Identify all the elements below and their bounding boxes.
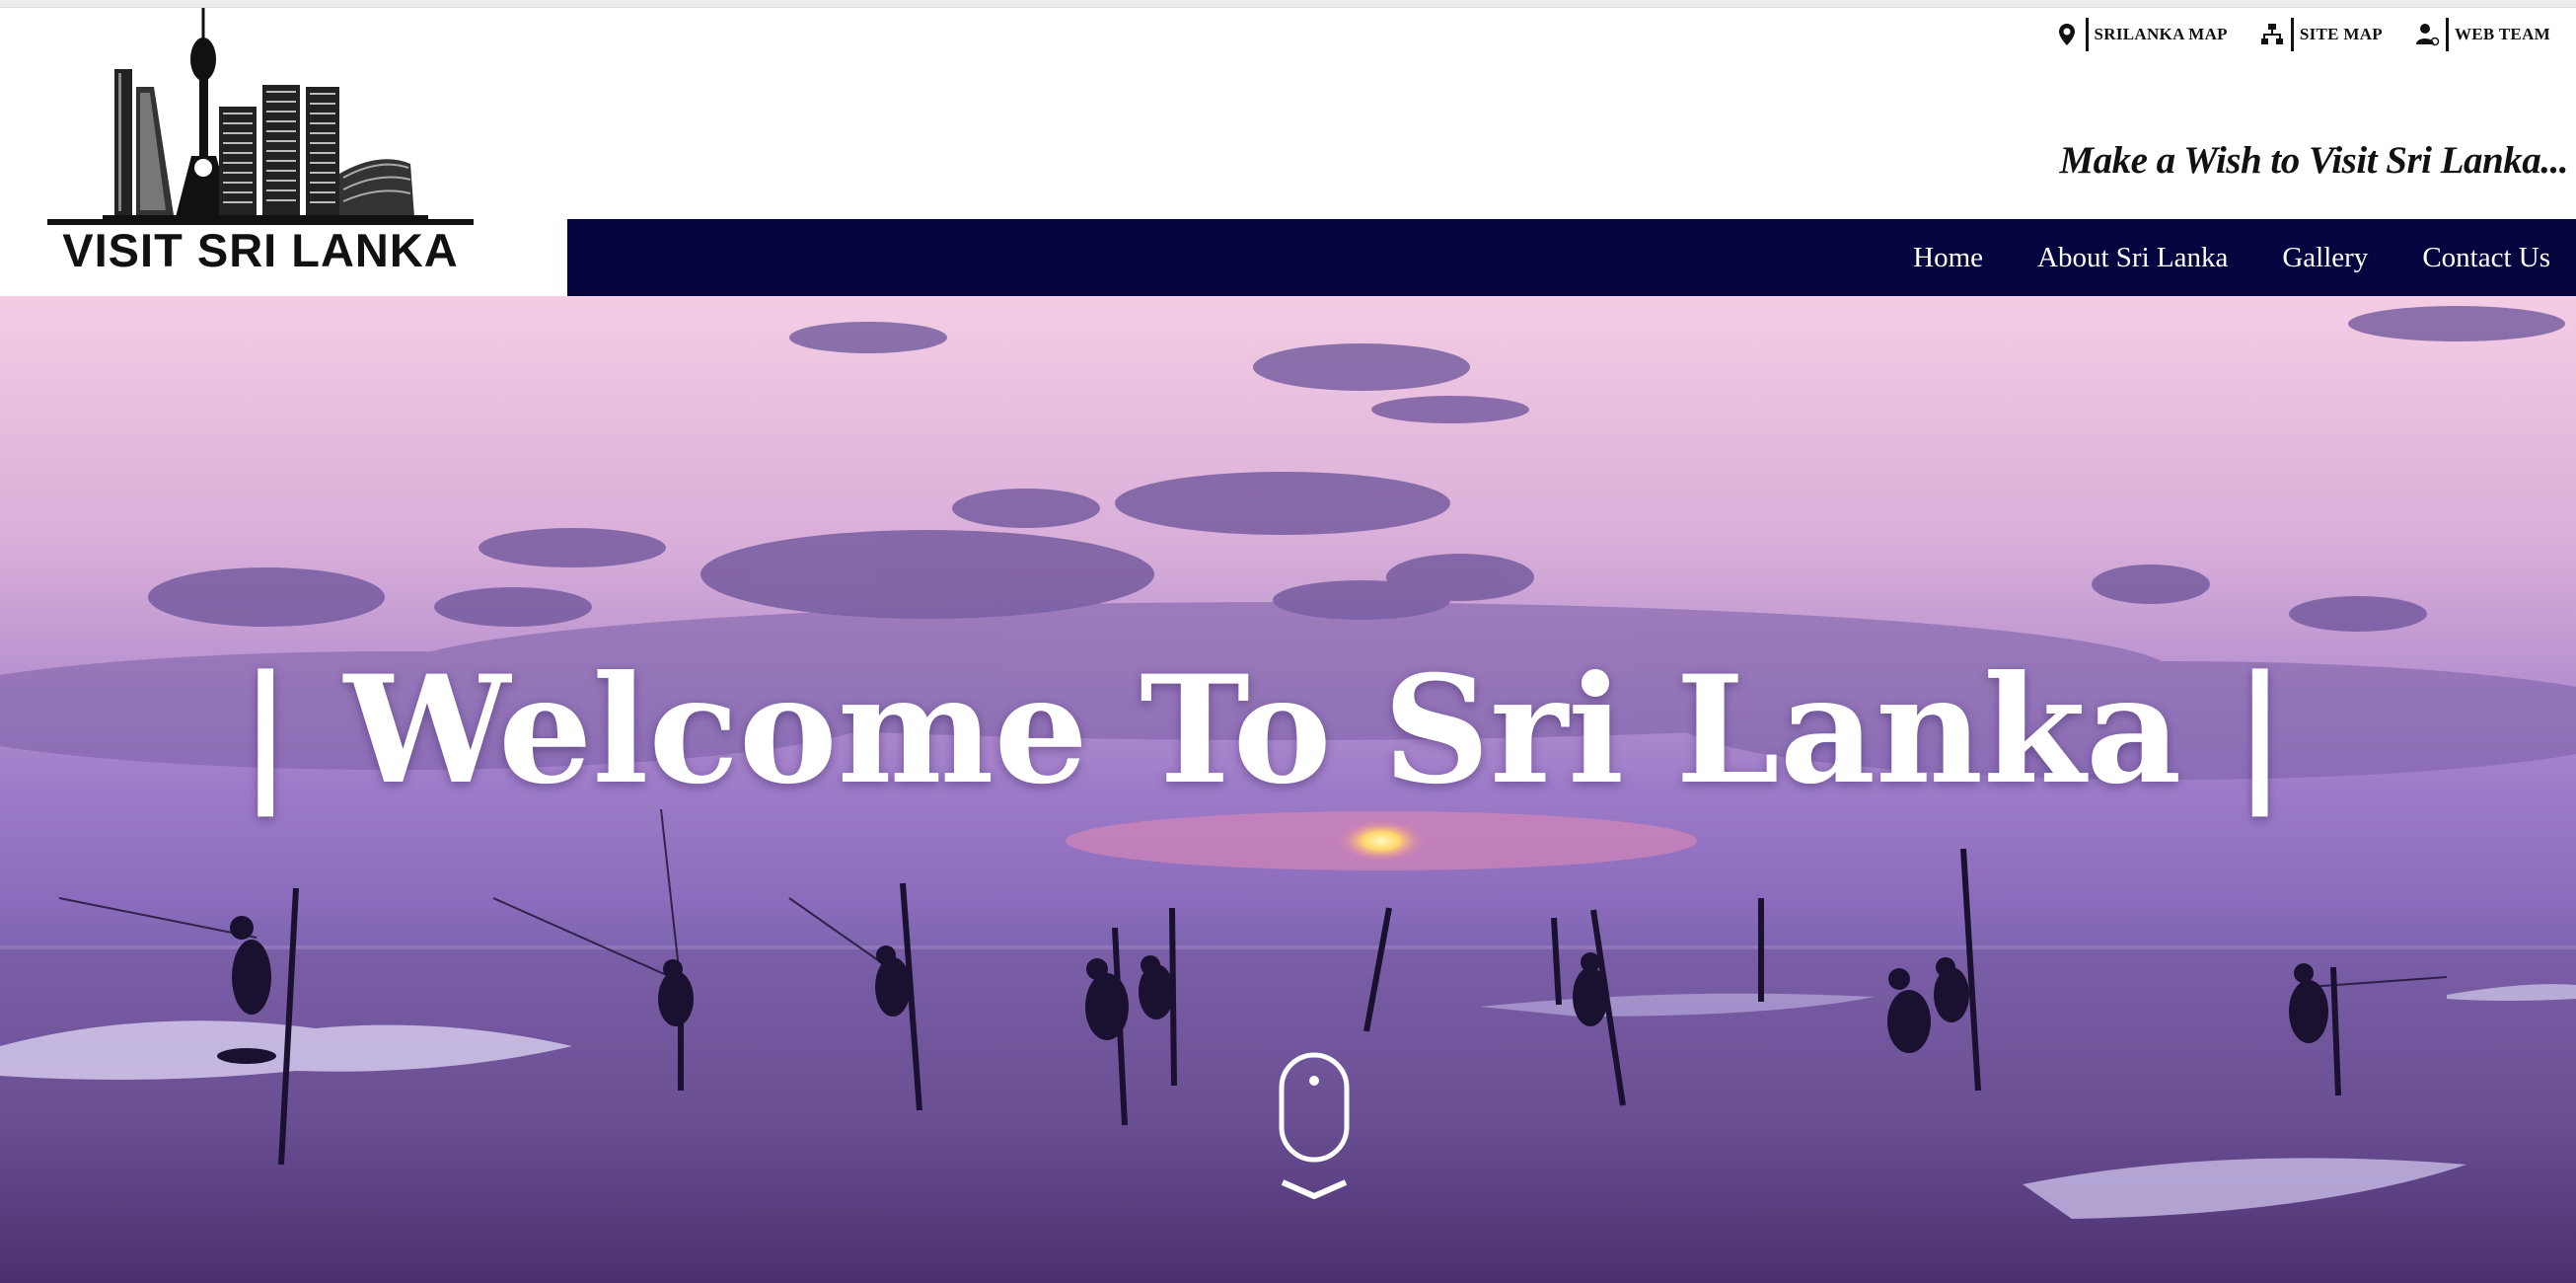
nav-gallery[interactable]: Gallery	[2282, 242, 2368, 274]
utility-links: SRILANKA MAP SITE MAP WEB TEAM	[2054, 18, 2551, 51]
hero-banner: | Welcome To Sri Lanka |	[0, 296, 2576, 1283]
srilanka-map-label: SRILANKA MAP	[2094, 25, 2228, 43]
map-pin-icon	[2054, 22, 2080, 47]
utility-separator	[2445, 18, 2449, 51]
logo-text: VISIT SRI LANKA	[62, 224, 459, 276]
main-nav: Home About Sri Lanka Gallery Contact Us	[567, 219, 2576, 296]
utility-separator	[2290, 18, 2294, 51]
nav-contact-us[interactable]: Contact Us	[2422, 242, 2550, 274]
utility-separator	[2085, 18, 2089, 51]
nav-home[interactable]: Home	[1913, 242, 1983, 274]
hero-title: | Welcome To Sri Lanka |	[238, 643, 2288, 817]
team-user-icon	[2414, 22, 2440, 47]
scroll-down-indicator[interactable]	[1279, 1052, 1350, 1210]
skyline-logo-graphic	[47, 8, 474, 225]
web-team-link[interactable]: WEB TEAM	[2414, 18, 2550, 51]
srilanka-map-link[interactable]: SRILANKA MAP	[2054, 18, 2228, 51]
web-team-label: WEB TEAM	[2454, 25, 2550, 43]
sitemap-icon	[2259, 22, 2285, 47]
site-logo[interactable]: VISIT SRI LANKA	[43, 8, 478, 276]
mouse-scroll-icon	[1279, 1052, 1350, 1199]
nav-about-sri-lanka[interactable]: About Sri Lanka	[2037, 242, 2228, 274]
tagline: Make a Wish to Visit Sri Lanka...	[2059, 139, 2568, 182]
site-map-link[interactable]: SITE MAP	[2259, 18, 2383, 51]
site-map-label: SITE MAP	[2299, 25, 2383, 43]
top-border	[0, 0, 2576, 8]
